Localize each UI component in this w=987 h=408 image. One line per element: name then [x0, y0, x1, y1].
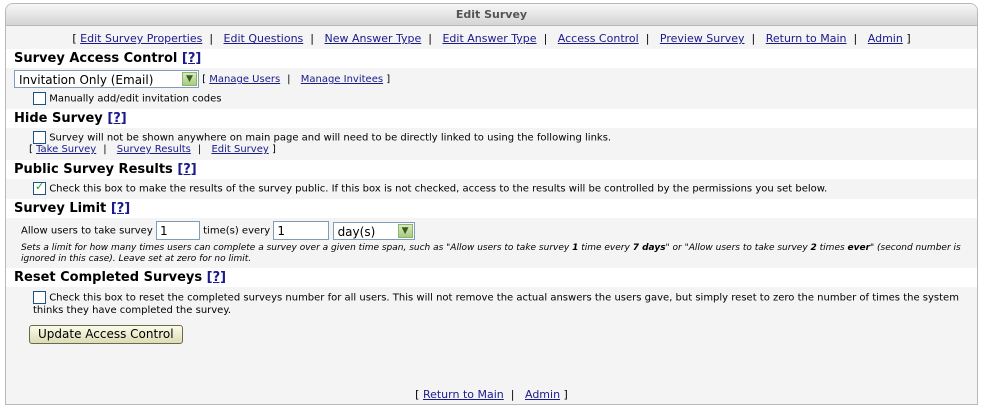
nav-edit-answer-type[interactable]: Edit Answer Type: [442, 32, 536, 45]
submit-row: Update Access Control: [29, 323, 969, 344]
survey-limit-help-link[interactable]: [?]: [111, 201, 130, 216]
nav-preview-survey[interactable]: Preview Survey: [660, 32, 745, 45]
public-results-row: Check this box to make the results of th…: [33, 180, 969, 196]
manual-codes-label: Manually add/edit invitation codes: [49, 93, 222, 105]
hide-survey-title: Hide Survey [?]: [6, 109, 977, 128]
access-type-select[interactable]: Invitation Only (Email) ▼: [14, 70, 199, 88]
edit-survey-panel: Edit Survey [ Edit Survey Properties | Ed…: [5, 3, 978, 405]
reset-checkbox[interactable]: [33, 291, 46, 304]
survey-limit-note: Sets a limit for how many times users ca…: [21, 243, 961, 264]
public-results-checkbox[interactable]: [33, 180, 46, 195]
manual-codes-row: Manually add/edit invitation codes: [33, 92, 969, 106]
footer-nav: [ Return to Main | Admin ]: [415, 388, 568, 401]
span-unit-select[interactable]: day(s) ▼: [332, 221, 415, 240]
nav-access-control[interactable]: Access Control: [558, 32, 639, 45]
manage-users-link[interactable]: Manage Users: [209, 74, 280, 85]
nav-return-to-main[interactable]: Return to Main: [766, 32, 847, 45]
nav-admin[interactable]: Admin: [868, 32, 903, 45]
reset-help-link[interactable]: [?]: [207, 270, 226, 285]
reset-row: Check this box to reset the completed su…: [33, 291, 968, 317]
update-access-control-button[interactable]: Update Access Control: [29, 324, 183, 344]
survey-limit-title: Survey Limit [?]: [6, 199, 977, 218]
hide-survey-help-link[interactable]: [?]: [107, 111, 126, 126]
span-input[interactable]: 1: [273, 221, 330, 240]
reset-label: Check this box to reset the completed su…: [33, 292, 959, 316]
times-input[interactable]: 1: [155, 221, 200, 240]
footer-return-to-main[interactable]: Return to Main: [423, 388, 504, 401]
hide-survey-links: [ Take Survey | Survey Results | Edit Surv…: [29, 144, 276, 155]
chevron-down-icon: ▼: [397, 223, 413, 238]
public-results-title: Public Survey Results [?]: [6, 160, 977, 179]
survey-limit-row: Allow users to take survey 1 time(s) eve…: [21, 221, 969, 243]
window-title: Edit Survey: [6, 4, 977, 26]
reset-title: Reset Completed Surveys [?]: [6, 268, 977, 287]
access-control-row: Invitation Only (Email) ▼ [ Manage Users…: [14, 70, 969, 90]
access-control-help-link[interactable]: [?]: [182, 51, 201, 66]
top-nav: [ Edit Survey Properties | Edit Questions…: [72, 32, 911, 45]
public-results-label: Check this box to make the results of th…: [49, 183, 828, 195]
survey-results-link[interactable]: Survey Results: [117, 144, 191, 155]
manual-codes-checkbox[interactable]: [33, 92, 46, 105]
edit-survey-link[interactable]: Edit Survey: [211, 144, 268, 155]
nav-edit-survey-properties[interactable]: Edit Survey Properties: [80, 32, 202, 45]
access-control-title: Survey Access Control [?]: [6, 49, 977, 68]
hide-survey-row: Survey will not be shown anywhere on mai…: [33, 131, 969, 144]
hide-survey-checkbox[interactable]: [33, 131, 46, 144]
footer-admin[interactable]: Admin: [525, 388, 560, 401]
manage-invitees-link[interactable]: Manage Invitees: [301, 74, 383, 85]
nav-new-answer-type[interactable]: New Answer Type: [325, 32, 422, 45]
hide-survey-label: Survey will not be shown anywhere on mai…: [49, 132, 612, 144]
public-results-help-link[interactable]: [?]: [177, 162, 196, 177]
take-survey-link[interactable]: Take Survey: [36, 144, 96, 155]
chevron-down-icon: ▼: [182, 72, 197, 86]
nav-edit-questions[interactable]: Edit Questions: [224, 32, 304, 45]
